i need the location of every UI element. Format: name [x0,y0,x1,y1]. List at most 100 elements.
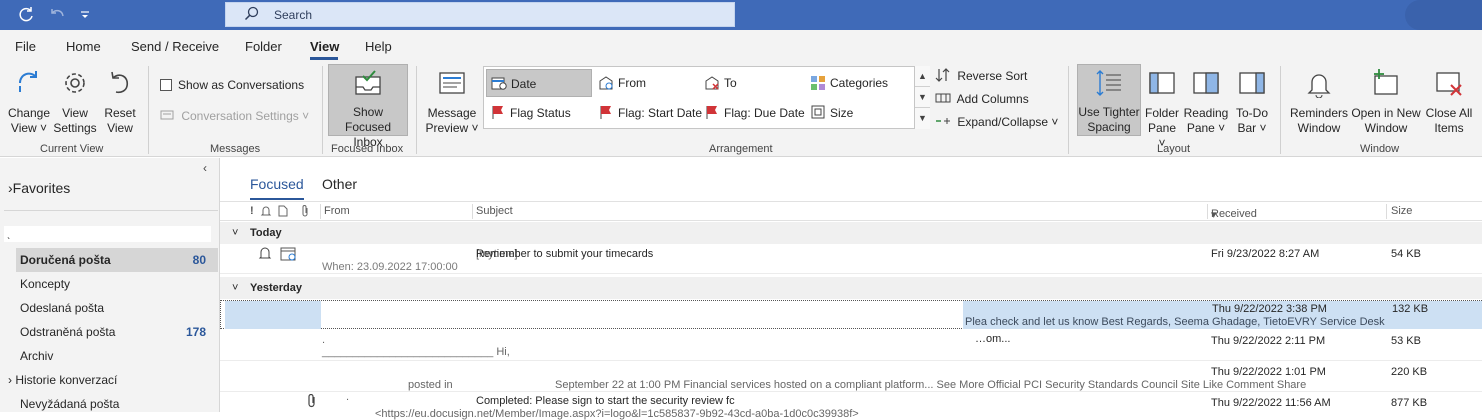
reminder-bell-icon [258,246,272,263]
reading-pane-icon [1183,68,1229,102]
importance-column-icon[interactable]: ! [250,205,254,217]
reminders-window-button[interactable]: Reminders Window [1288,68,1350,136]
folder-conversation-history[interactable]: › Historie konverzací [0,368,218,392]
arrange-by-categories[interactable]: Categories [806,69,888,97]
message-preview: ____________________________ Hi, [322,346,510,358]
arrange-by-flag-start-date[interactable]: Flag: Start Date [594,99,702,127]
conversation-settings-label: Conversation Settings [181,109,299,123]
divider [4,210,218,211]
gallery-scroll: ▲ ▼ ▼ [914,66,930,129]
reminder-column-icon[interactable] [260,205,272,220]
folder-junk[interactable]: Nevyžádaná pošta [0,392,218,416]
todo-bar-button[interactable]: To-Do Bar ˅ [1232,68,1272,136]
gallery-more[interactable]: ▼ [915,108,930,129]
reset-icon [100,68,140,102]
flag-icon [600,106,611,119]
show-as-conversations-checkbox[interactable]: Show as Conversations [160,78,304,92]
item-type-column-icon[interactable] [278,205,288,220]
tab-other[interactable]: Other [322,176,357,192]
chevron-down-icon: ˅ [232,227,239,239]
arrange-categories-label: Categories [830,76,889,90]
show-focused-inbox-button[interactable]: Show Focused Inbox [328,64,408,149]
todo-bar-icon [1232,68,1272,102]
folder-inbox[interactable]: Doručená pošta 80 [16,248,218,272]
open-in-new-window-button[interactable]: Open in New Window [1350,68,1422,136]
arrange-by-date[interactable]: Date [486,69,592,97]
message-size: 54 KB [1391,248,1421,260]
attachment-column-icon[interactable] [302,205,310,220]
reset-view-button[interactable]: Reset View [100,68,140,136]
favorites-header[interactable]: ›Favorites [8,180,70,196]
sender-trace: . [346,391,350,403]
arrange-flag-status-label: Flag Status [510,106,571,120]
tab-view[interactable]: View [310,39,339,54]
favorites-label: Favorites [12,180,71,196]
ribbon-divider [1280,66,1281,154]
change-view-button[interactable]: Change View ˅ [4,68,54,136]
folder-drafts[interactable]: Koncepty [0,272,218,296]
tab-help[interactable]: Help [365,39,392,54]
flag-icon [492,106,503,119]
search-input[interactable]: Search [225,2,735,27]
message-preview-button[interactable]: Message Preview ˅ [424,68,480,136]
tab-home[interactable]: Home [66,39,101,54]
folder-archive[interactable]: Archiv [0,344,218,368]
expand-collapse-label: Expand/Collapse [957,115,1049,129]
group-label: Yesterday [250,282,302,294]
arrange-size-label: Size [830,106,854,120]
add-columns-label: Add Columns [956,92,1029,106]
message-size: 53 KB [1391,335,1421,347]
arrange-by-to[interactable]: To [700,69,737,97]
message-row[interactable]: Thu 9/22/2022 1:01 PM 220 KB posted in S… [220,362,1482,392]
column-size[interactable]: Size [1391,205,1412,217]
arrange-from-label: From [618,76,646,90]
expand-collapse-button[interactable]: Expand/Collapse ˅ [935,114,1058,129]
message-subject: Completed: Please sign to start the secu… [476,395,735,407]
tab-folder[interactable]: Folder [245,39,282,54]
folder-sent[interactable]: Odeslaná pošta [0,296,218,320]
tab-file[interactable]: File [15,39,36,54]
close-all-items-button[interactable]: Close All Items [1423,68,1475,136]
arrange-by-size[interactable]: Size [806,99,853,127]
message-size: 877 KB [1391,397,1428,409]
reverse-sort-button[interactable]: Reverse Sort [935,68,1027,83]
tab-send-receive[interactable]: Send / Receive [131,39,219,54]
group-header-yesterday[interactable]: ˅ Yesterday [220,277,1482,299]
meeting-item-icon [280,246,298,265]
message-preview: September 22 at 1:00 PM Financial servic… [555,379,1307,391]
group-header-today[interactable]: ˅ Today [220,222,1482,244]
gallery-scroll-down[interactable]: ▼ [915,87,930,108]
chevron-down-icon: ˅ [232,282,239,294]
attachment-icon [308,393,318,411]
column-subject[interactable]: Subject [476,205,513,217]
arrange-flag-due-label: Flag: Due Date [724,106,805,120]
message-preview-tail: …om... [975,333,1011,345]
undo-icon[interactable] [48,6,66,29]
expand-collapse-icon [935,115,957,129]
message-row[interactable]: . …om... Thu 9/22/2022 2:11 PM 53 KB ___… [220,331,1482,361]
arrange-by-flag-due-date[interactable]: Flag: Due Date [700,99,805,127]
reading-pane-button[interactable]: Reading Pane ˅ [1183,68,1229,136]
collapse-pane-icon[interactable]: ‹ [203,161,207,175]
add-columns-button[interactable]: Add Columns [935,91,1029,106]
message-row-selected[interactable]: Thu 9/22/2022 3:38 PM 132 KB Plea check … [220,300,1482,329]
customize-qat-icon[interactable] [80,6,90,31]
folder-pane-button[interactable]: Folder Pane ˅ [1143,68,1181,151]
tab-focused[interactable]: Focused [250,176,304,192]
use-tighter-spacing-button[interactable]: Use Tighter Spacing [1077,64,1141,136]
received-date: Thu 9/22/2022 1:01 PM [1211,366,1326,378]
refresh-icon[interactable] [17,6,35,29]
message-row[interactable]: [mytime] Remember to submit your timecar… [220,244,1482,274]
envelope-icon [599,76,613,90]
folder-deleted[interactable]: Odstraněná pošta 178 [0,320,218,344]
conversation-settings-button[interactable]: Conversation Settings ˅ [160,109,309,123]
column-from[interactable]: From [324,205,350,217]
received-date: Thu 9/22/2022 2:11 PM [1211,335,1326,347]
arrange-by-from[interactable]: From [594,69,646,97]
group-label-arrangement: Arrangement [709,143,773,155]
account-header[interactable] [4,226,211,242]
arrange-by-flag-status[interactable]: Flag Status [486,99,571,127]
arrange-to-label: To [724,76,737,90]
gallery-scroll-up[interactable]: ▲ [915,66,930,87]
view-settings-button[interactable]: View Settings [52,68,98,136]
